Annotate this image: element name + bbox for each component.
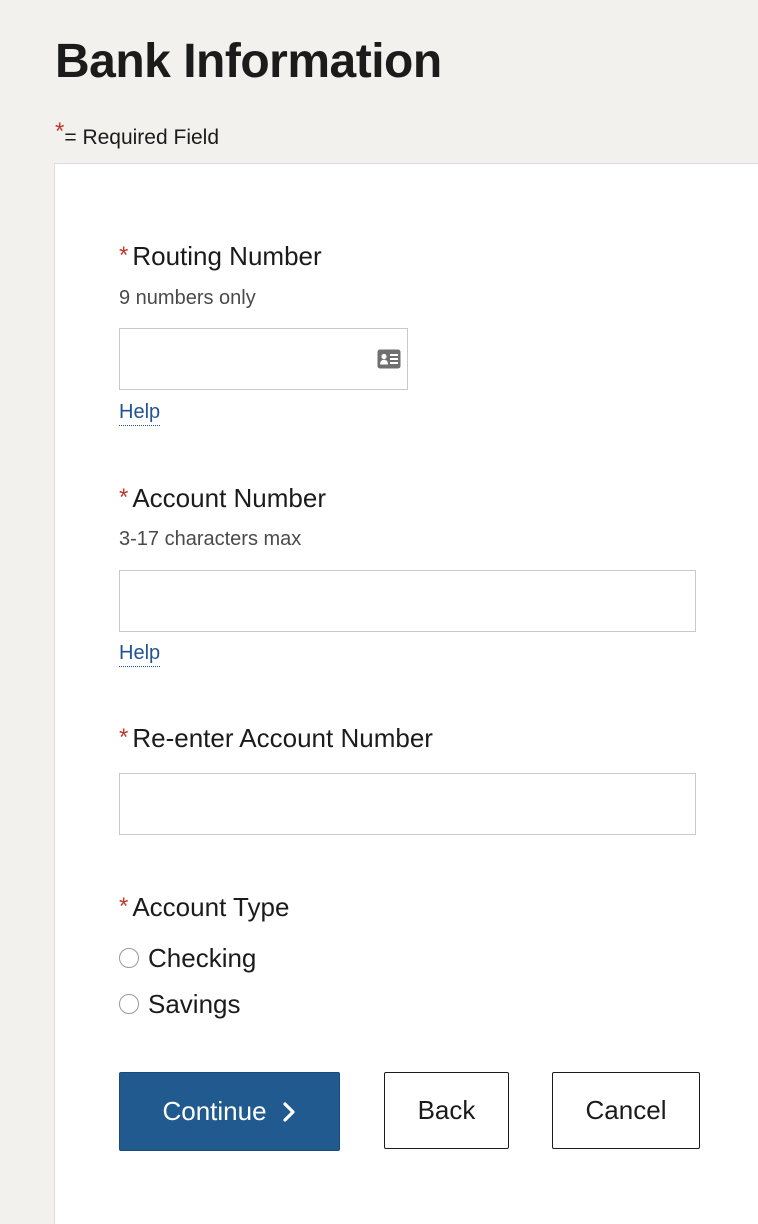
- cancel-button[interactable]: Cancel: [552, 1072, 700, 1149]
- contact-card-icon: [377, 349, 401, 369]
- page-title: Bank Information: [55, 35, 442, 88]
- chevron-right-icon: [282, 1101, 295, 1122]
- required-star: *: [119, 484, 129, 511]
- required-field-note: *= Required Field: [55, 120, 219, 156]
- radio-savings-label: Savings: [148, 989, 241, 1019]
- required-star: *: [119, 893, 129, 920]
- account-number-input[interactable]: [119, 570, 696, 632]
- routing-number-hint: 9 numbers only: [119, 287, 256, 309]
- cancel-button-label: Cancel: [585, 1095, 667, 1125]
- required-star: *: [55, 118, 65, 145]
- radio-button[interactable]: [119, 994, 139, 1014]
- account-number-label-text: Account Number: [132, 483, 326, 513]
- radio-savings[interactable]: Savings: [119, 988, 241, 1020]
- continue-button[interactable]: Continue: [119, 1072, 340, 1151]
- routing-number-label-text: Routing Number: [132, 241, 322, 271]
- reenter-account-number-label: * Re-enter Account Number: [119, 722, 433, 754]
- back-button[interactable]: Back: [384, 1072, 509, 1149]
- reenter-account-number-input[interactable]: [119, 773, 696, 835]
- radio-checking-label: Checking: [148, 943, 257, 973]
- routing-number-help-link[interactable]: Help: [119, 399, 161, 426]
- continue-button-label: Continue: [162, 1096, 267, 1126]
- account-type-label: * Account Type: [119, 891, 289, 923]
- routing-number-input[interactable]: [119, 328, 408, 390]
- required-note-text: = Required Field: [64, 126, 220, 149]
- radio-button[interactable]: [119, 948, 139, 968]
- radio-checking[interactable]: Checking: [119, 942, 256, 974]
- required-star: *: [119, 724, 129, 751]
- routing-number-label: * Routing Number: [119, 240, 322, 272]
- reenter-account-number-label-text: Re-enter Account Number: [132, 723, 433, 753]
- back-button-label: Back: [417, 1095, 476, 1125]
- account-number-help-link[interactable]: Help: [119, 640, 161, 667]
- account-number-hint: 3-17 characters max: [119, 528, 302, 550]
- account-number-label: * Account Number: [119, 482, 326, 514]
- required-star: *: [119, 242, 129, 269]
- account-type-label-text: Account Type: [132, 892, 290, 922]
- bank-info-form: * Routing Number 9 numbers only Help * Acc…: [54, 163, 758, 1224]
